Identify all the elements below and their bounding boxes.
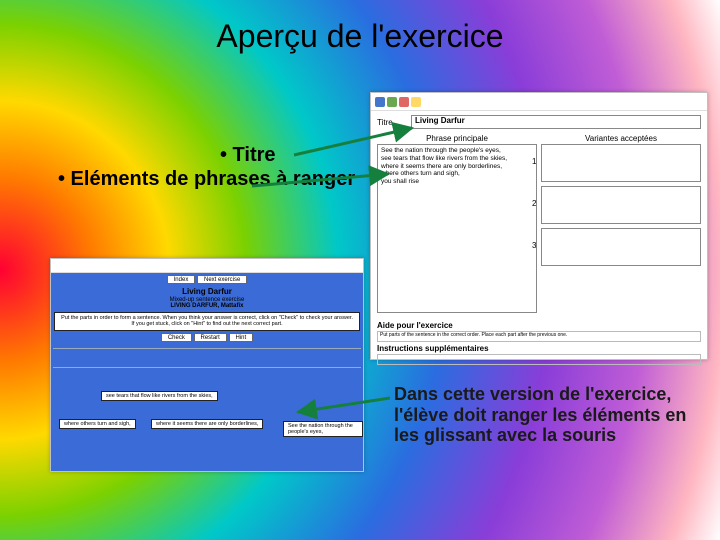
title-field-label: Titre	[377, 118, 407, 127]
variant-number: 3	[532, 241, 536, 250]
phrase-chip[interactable]: see tears that flow like rivers from the…	[101, 391, 218, 401]
instructions-box: Put the parts in order to form a sentenc…	[54, 312, 360, 331]
variant-box[interactable]: 2	[541, 186, 701, 224]
bottom-rows: Aide pour l'exercice Put parts of the se…	[371, 321, 707, 365]
bullet-elements: • Eléments de phrases à ranger	[58, 168, 355, 191]
variant-box[interactable]: 1	[541, 144, 701, 182]
exercise-title: Living Darfur	[51, 287, 363, 296]
main-phrase-textarea[interactable]: See the nation through the people's eyes…	[377, 144, 537, 313]
tool-icon	[411, 97, 421, 107]
variants-header: Variantes acceptées	[541, 133, 701, 144]
phrase-chip[interactable]: See the nation through the people's eyes…	[283, 421, 363, 437]
help-text-field[interactable]: Put parts of the sentence in the correct…	[377, 331, 701, 342]
tool-icon	[387, 97, 397, 107]
phrase-chip[interactable]: where others turn and sigh,	[59, 419, 136, 429]
exercise-area: Index Next exercise Living Darfur Mixed-…	[51, 273, 363, 471]
slide: Aperçu de l'exercice • Titre • Eléments …	[0, 0, 720, 540]
slide-title: Aperçu de l'exercice	[0, 18, 720, 55]
help-label: Aide pour l'exercice	[377, 321, 701, 330]
title-field[interactable]: Living Darfur	[411, 115, 701, 129]
main-phrase-header: Phrase principale	[377, 133, 537, 144]
next-exercise-button[interactable]: Next exercise	[197, 275, 247, 284]
variants-column: Variantes acceptées 1 2 3	[541, 133, 701, 313]
instructions-field[interactable]	[377, 354, 701, 365]
tool-icon	[399, 97, 409, 107]
save-icon	[375, 97, 385, 107]
restart-button[interactable]: Restart	[194, 333, 227, 342]
browser-screenshot: Index Next exercise Living Darfur Mixed-…	[50, 258, 364, 472]
hint-button[interactable]: Hint	[229, 333, 254, 342]
browser-chrome	[51, 259, 363, 273]
app-toolbar	[371, 93, 707, 111]
title-row: Titre Living Darfur	[371, 111, 707, 133]
check-button[interactable]: Check	[161, 333, 192, 342]
exercise-subtitle-2: LIVING DARFUR, Mattafix	[51, 303, 363, 309]
description-text: Dans cette version de l'exercice, l'élèv…	[394, 384, 694, 446]
app-window-screenshot: Titre Living Darfur Phrase principale Se…	[370, 92, 708, 360]
main-phrase-column: Phrase principale See the nation through…	[377, 133, 537, 313]
phrase-chip[interactable]: where it seems there are only borderline…	[151, 419, 263, 429]
variant-number: 1	[532, 157, 536, 166]
variant-box[interactable]: 3	[541, 228, 701, 266]
bullet-titre: • Titre	[220, 144, 276, 167]
instructions-label: Instructions supplémentaires	[377, 344, 701, 353]
variant-number: 2	[532, 199, 536, 208]
index-button[interactable]: Index	[167, 275, 196, 284]
